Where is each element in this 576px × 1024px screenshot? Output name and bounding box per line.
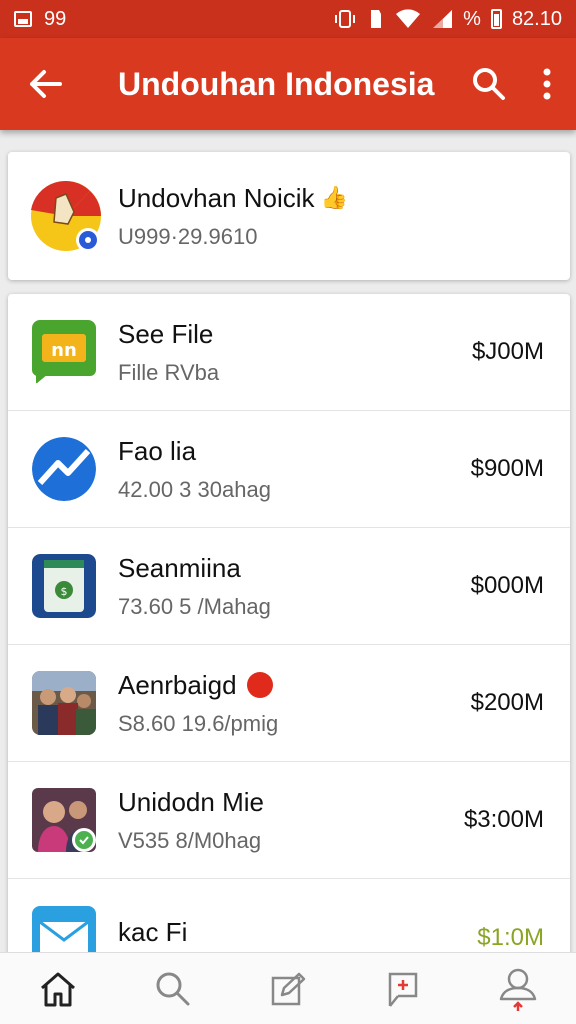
svg-text:$: $ <box>61 585 68 598</box>
trending-chart-icon <box>32 437 96 501</box>
app-list: nn See File Fille RVba $J00M Fao lia 42.… <box>8 294 570 974</box>
app-name: Unidodn Mie <box>118 786 264 817</box>
app-meta: 42.00 3 30ahag <box>118 476 271 502</box>
home-icon <box>40 972 75 1006</box>
app-price: $000M <box>470 572 544 599</box>
edit-icon <box>271 972 306 1005</box>
data-sync-icon <box>371 10 382 28</box>
search-button[interactable] <box>460 38 518 130</box>
status-time: 82.10 <box>511 7 562 30</box>
page-title: Undouhan Indonesia <box>118 65 435 102</box>
thumbs-up-icon: 👍 <box>320 185 348 210</box>
profile-name-text: Undovhan Noicik <box>118 182 315 213</box>
phone-app-icon: $ <box>32 554 96 618</box>
app-price: $200M <box>470 689 544 716</box>
app-meta: 73.60 5 /Mahag <box>118 593 271 619</box>
status-bar: 99 % 82.10 <box>0 0 576 38</box>
svg-text:nn: nn <box>51 340 77 361</box>
app-price: $900M <box>470 455 544 482</box>
app-name: Fao lia <box>118 435 197 466</box>
signal-icon <box>433 10 453 28</box>
nav-profile-button[interactable] <box>488 959 548 1019</box>
app-meta: S8.60 19.6/pmig <box>118 710 279 736</box>
chat-bubble-icon: nn <box>32 320 96 384</box>
list-item[interactable]: Fao lia 42.00 3 30ahag $900M <box>8 411 570 528</box>
profile-logo-icon <box>30 180 102 252</box>
wifi-icon <box>396 9 421 28</box>
list-item[interactable]: Aenrbaigd S8.60 19.6/pmig $200M <box>8 645 570 762</box>
app-name: Aenrbaigd <box>118 670 471 701</box>
list-item[interactable]: Unidodn Mie V535 8/M0hag $3:00M <box>8 762 570 879</box>
app-name: See File <box>118 318 214 349</box>
more-vert-icon <box>543 68 551 100</box>
vibrate-icon <box>335 10 356 28</box>
battery-percent-label: % <box>463 7 481 30</box>
photo-people-icon <box>32 671 96 735</box>
search-icon <box>473 68 505 100</box>
notification-count: 99 <box>44 7 67 30</box>
app-price: $J00M <box>471 338 544 365</box>
app-name: kac Fi <box>118 917 188 947</box>
back-button[interactable] <box>0 38 90 130</box>
app-meta: V535 8/M0hag <box>118 827 262 853</box>
app-meta: Fille RVba <box>118 359 220 385</box>
more-options-button[interactable] <box>518 38 576 130</box>
app-name-text: Aenrbaigd <box>118 669 237 700</box>
nav-flag-button[interactable] <box>373 959 433 1019</box>
battery-icon <box>490 9 502 29</box>
nav-home-button[interactable] <box>28 959 88 1019</box>
list-item[interactable]: $ Seanmiina 73.60 5 /Mahag $000M <box>8 528 570 645</box>
app-price: $1:0M <box>477 923 544 951</box>
profile-subtitle: U999·29.9610 <box>118 223 258 249</box>
app-price: $3:00M <box>463 806 544 833</box>
flag-icon <box>388 972 418 1007</box>
app-name: Seanmiina <box>118 552 241 583</box>
back-arrow-icon <box>30 70 62 98</box>
photo-person-icon <box>32 788 96 852</box>
app-bar: Undouhan Indonesia <box>0 38 576 130</box>
profile-card[interactable]: Undovhan Noicik 👍 U999·29.9610 <box>8 152 570 280</box>
gallery-notification-icon <box>14 11 32 27</box>
search-icon <box>156 972 190 1005</box>
new-badge-icon <box>246 672 273 698</box>
bottom-navigation <box>0 952 576 1024</box>
list-item[interactable]: nn See File Fille RVba $J00M <box>8 294 570 411</box>
nav-search-button[interactable] <box>143 959 203 1019</box>
nav-edit-button[interactable] <box>258 959 318 1019</box>
profile-name: Undovhan Noicik 👍 <box>118 183 348 214</box>
profile-icon <box>500 968 537 1011</box>
